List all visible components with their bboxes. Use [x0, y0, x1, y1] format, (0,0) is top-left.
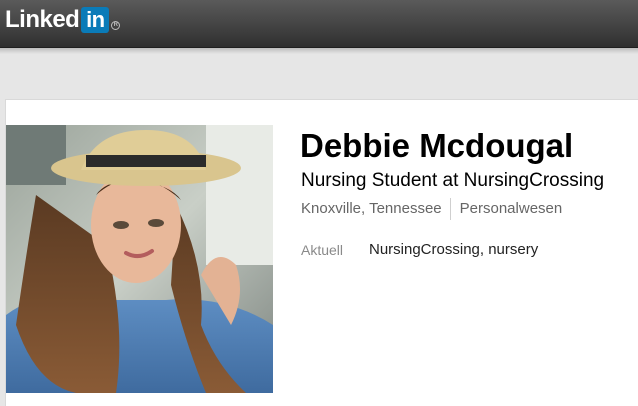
logo-in-box: in — [81, 7, 110, 33]
profile-card: Debbie Mcdougal Nursing Student at Nursi… — [5, 99, 638, 406]
top-navigation-bar: Linked in R — [0, 0, 638, 48]
current-position-value[interactable]: NursingCrossing, nursery — [369, 240, 538, 260]
current-position-label: Aktuell — [301, 242, 344, 258]
profile-headline: Nursing Student at NursingCrossing — [301, 170, 605, 191]
profile-location[interactable]: Knoxville, Tennessee — [301, 199, 442, 219]
linkedin-logo[interactable]: Linked in R — [5, 5, 121, 35]
profile-name: Debbie Mcdougal — [300, 127, 574, 164]
logo-wordmark: Linked — [5, 6, 80, 33]
profile-photo-image — [6, 125, 273, 393]
profile-photo[interactable] — [6, 125, 273, 393]
profile-meta: Knoxville, Tennessee Personalwesen — [301, 198, 562, 220]
topbar-shadow — [0, 48, 638, 54]
profile-industry[interactable]: Personalwesen — [460, 199, 563, 219]
meta-divider — [449, 198, 451, 220]
registered-mark-icon: R — [111, 20, 121, 30]
